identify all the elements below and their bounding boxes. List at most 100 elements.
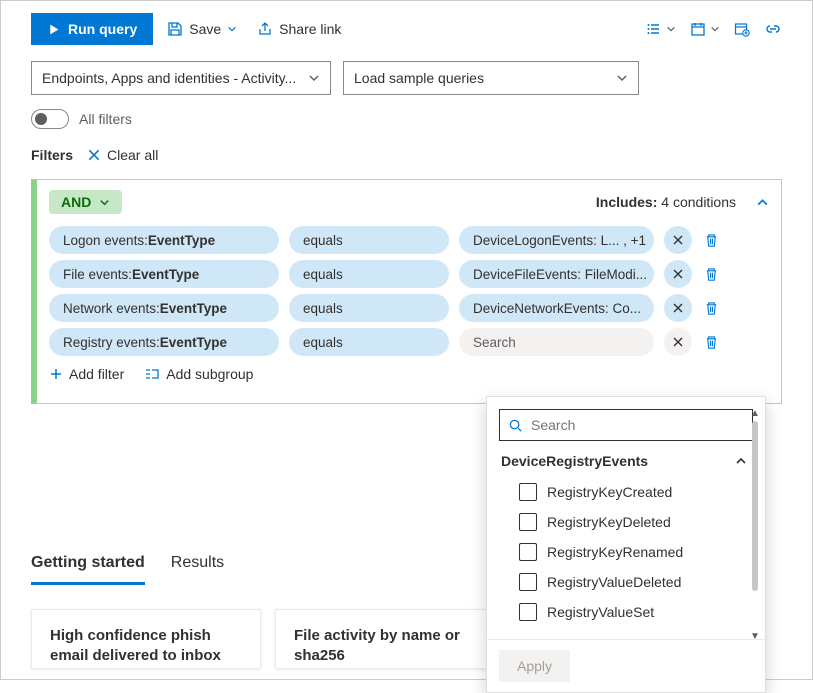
condition-row: Registry events: EventType equals Search <box>49 328 769 356</box>
add-subgroup-button[interactable]: Add subgroup <box>144 366 253 382</box>
condition-row: Network events: EventType equals DeviceNet… <box>49 294 769 322</box>
option-label: RegistryKeyDeleted <box>547 514 671 530</box>
save-button[interactable]: Save <box>161 17 243 41</box>
option-label: RegistryValueSet <box>547 604 654 620</box>
save-icon <box>167 21 183 37</box>
delete-condition-button[interactable] <box>702 267 720 282</box>
popup-scrollbar[interactable]: ▲ ▼ <box>747 409 763 642</box>
tab-getting-started[interactable]: Getting started <box>31 544 145 585</box>
condition-op-pill[interactable]: equals <box>289 260 449 288</box>
card-title: High confidence phish email delivered to… <box>50 626 242 665</box>
clear-value-button[interactable] <box>664 226 692 254</box>
popup-option[interactable]: RegistryKeyRenamed <box>499 537 753 567</box>
popup-option[interactable]: RegistryKeyDeleted <box>499 507 753 537</box>
link-button[interactable] <box>764 21 782 37</box>
condition-field-pill[interactable]: Network events: EventType <box>49 294 279 322</box>
close-icon <box>672 302 684 314</box>
play-icon <box>47 23 60 36</box>
field-prefix: Logon events: <box>63 233 148 248</box>
checkbox[interactable] <box>519 603 537 621</box>
scroll-down-icon[interactable]: ▼ <box>750 632 760 642</box>
condition-op-pill[interactable]: equals <box>289 294 449 322</box>
logic-operator-pill[interactable]: AND <box>49 190 122 214</box>
condition-field-pill[interactable]: Logon events: EventType <box>49 226 279 254</box>
condition-op-pill[interactable]: equals <box>289 328 449 356</box>
all-filters-toggle[interactable] <box>31 109 69 129</box>
trash-icon <box>704 301 719 316</box>
checkbox[interactable] <box>519 573 537 591</box>
calendar-plus-icon <box>734 21 750 37</box>
card-file-activity[interactable]: File activity by name or sha256 <box>275 609 505 669</box>
list-icon <box>646 21 662 37</box>
condition-field-pill[interactable]: File events: EventType <box>49 260 279 288</box>
field-name: EventType <box>132 267 199 282</box>
sample-select-label: Load sample queries <box>354 70 484 86</box>
checkbox[interactable] <box>519 543 537 561</box>
trash-icon <box>704 335 719 350</box>
apply-button[interactable]: Apply <box>499 650 570 682</box>
subgroup-icon <box>144 367 160 381</box>
filters-label: Filters <box>31 147 73 163</box>
condition-value-pill[interactable]: DeviceLogonEvents: L... , +1 <box>459 226 654 254</box>
trash-icon <box>704 267 719 282</box>
endpoints-select[interactable]: Endpoints, Apps and identities - Activit… <box>31 61 331 95</box>
popup-search-box[interactable] <box>499 409 753 441</box>
condition-rows: Logon events: EventType equals DeviceLogon… <box>49 226 769 356</box>
popup-option[interactable]: RegistryKeyCreated <box>499 477 753 507</box>
checkbox[interactable] <box>519 483 537 501</box>
option-label: RegistryKeyRenamed <box>547 544 683 560</box>
includes-count: 4 conditions <box>661 194 736 210</box>
clear-value-button[interactable] <box>664 294 692 322</box>
delete-condition-button[interactable] <box>702 301 720 316</box>
field-name: EventType <box>160 335 227 350</box>
checkbox[interactable] <box>519 513 537 531</box>
chevron-down-icon <box>99 197 110 208</box>
builder-header: AND Includes: 4 conditions <box>49 190 769 214</box>
scroll-thumb[interactable] <box>752 421 758 591</box>
toolbar: Run query Save Share link <box>1 1 812 61</box>
popup-group-header[interactable]: DeviceRegistryEvents <box>499 441 753 477</box>
all-filters-toggle-row: All filters <box>1 109 812 147</box>
popup-option[interactable]: RegistryValueDeleted <box>499 567 753 597</box>
chevron-down-icon <box>227 24 237 34</box>
condition-value-pill[interactable]: DeviceFileEvents: FileModi... <box>459 260 654 288</box>
run-query-button[interactable]: Run query <box>31 13 153 45</box>
condition-value-pill[interactable]: DeviceNetworkEvents: Co... <box>459 294 654 322</box>
link-icon <box>764 21 782 37</box>
add-filter-button[interactable]: Add filter <box>49 366 124 382</box>
delete-condition-button[interactable] <box>702 335 720 350</box>
all-filters-label: All filters <box>79 111 132 127</box>
chevron-down-icon <box>616 72 628 84</box>
list-view-button[interactable] <box>646 21 676 37</box>
calendar-icon <box>690 21 706 37</box>
condition-op-pill[interactable]: equals <box>289 226 449 254</box>
card-title: File activity by name or sha256 <box>294 626 486 665</box>
schedule-button[interactable] <box>734 21 750 37</box>
close-icon <box>672 268 684 280</box>
value-picker-popup: DeviceRegistryEvents RegistryKeyCreatedR… <box>486 396 766 693</box>
logic-operator-label: AND <box>61 194 91 210</box>
clear-all-label: Clear all <box>107 147 158 163</box>
date-range-button[interactable] <box>690 21 720 37</box>
card-phish[interactable]: High confidence phish email delivered to… <box>31 609 261 669</box>
popup-option[interactable]: RegistryValueSet <box>499 597 753 627</box>
clear-all-button[interactable]: Clear all <box>87 147 158 163</box>
scroll-up-icon[interactable]: ▲ <box>750 409 760 419</box>
delete-condition-button[interactable] <box>702 233 720 248</box>
selects-row: Endpoints, Apps and identities - Activit… <box>1 61 812 109</box>
condition-value-pill[interactable]: Search <box>459 328 654 356</box>
endpoints-select-label: Endpoints, Apps and identities - Activit… <box>42 70 296 86</box>
option-label: RegistryKeyCreated <box>547 484 672 500</box>
condition-field-pill[interactable]: Registry events: EventType <box>49 328 279 356</box>
share-link-button[interactable]: Share link <box>251 17 347 41</box>
add-subgroup-label: Add subgroup <box>166 366 253 382</box>
clear-value-button[interactable] <box>664 328 692 356</box>
tab-results[interactable]: Results <box>171 544 224 585</box>
includes-label: Includes: <box>596 194 657 210</box>
popup-options-list: RegistryKeyCreated RegistryKeyDeleted Regi… <box>499 477 753 627</box>
clear-value-button[interactable] <box>664 260 692 288</box>
sample-queries-select[interactable]: Load sample queries <box>343 61 639 95</box>
chevron-up-icon[interactable] <box>756 196 769 209</box>
field-name: EventType <box>160 301 227 316</box>
popup-search-input[interactable] <box>531 417 744 433</box>
